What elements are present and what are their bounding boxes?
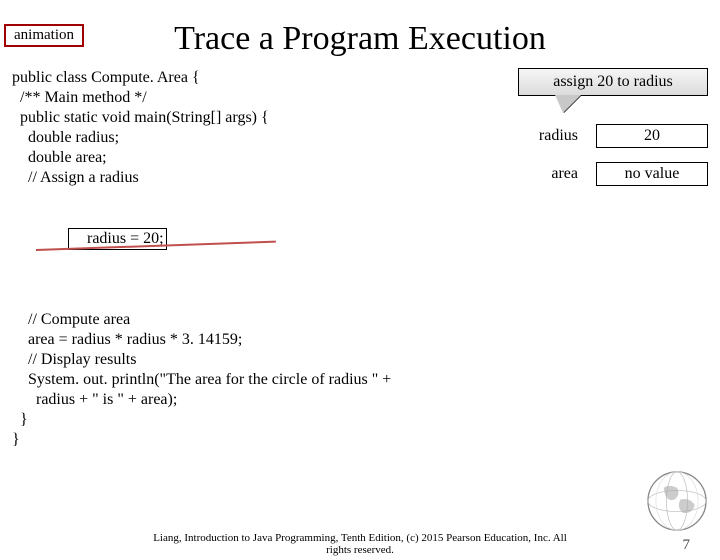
variable-table: radius 20 area no value xyxy=(518,124,708,186)
footer: Liang, Introduction to Java Programming,… xyxy=(0,532,720,556)
code-line: public static void main(String[] args) { xyxy=(12,108,518,128)
code-line: // Compute area xyxy=(12,310,518,330)
code-column: public class Compute. Area { /** Main me… xyxy=(12,68,518,450)
callout-tail-icon xyxy=(555,95,581,113)
code-line: } xyxy=(12,430,518,450)
var-label-area: area xyxy=(518,165,578,183)
slide-title: Trace a Program Execution xyxy=(0,20,720,58)
animation-badge: animation xyxy=(4,24,84,47)
content-area: public class Compute. Area { /** Main me… xyxy=(0,68,720,450)
code-line: double radius; xyxy=(12,128,518,148)
var-value-area: no value xyxy=(596,162,708,186)
trace-column: assign 20 to radius radius 20 area no va… xyxy=(518,68,708,450)
var-value-radius: 20 xyxy=(596,124,708,148)
footer-line: rights reserved. xyxy=(326,544,394,556)
footer-line: Liang, Introduction to Java Programming,… xyxy=(153,532,567,544)
code-line: // Assign a radius xyxy=(12,168,518,188)
callout-text: assign 20 to radius xyxy=(553,73,673,90)
code-line: // Display results xyxy=(12,350,518,370)
callout-box: assign 20 to radius xyxy=(518,68,708,96)
code-line: public class Compute. Area { xyxy=(12,68,518,88)
globe-icon xyxy=(644,468,710,534)
code-line: double area; xyxy=(12,148,518,168)
code-line: area = radius * radius * 3. 14159; xyxy=(12,330,518,350)
code-line: System. out. println("The area for the c… xyxy=(12,370,518,390)
animation-badge-text: animation xyxy=(14,27,74,43)
var-label-radius: radius xyxy=(518,127,578,145)
code-line: } xyxy=(12,410,518,430)
code-line: /** Main method */ xyxy=(12,88,518,108)
code-highlight-line: radius = 20; xyxy=(12,188,518,310)
code-line: radius + " is " + area); xyxy=(12,390,518,410)
